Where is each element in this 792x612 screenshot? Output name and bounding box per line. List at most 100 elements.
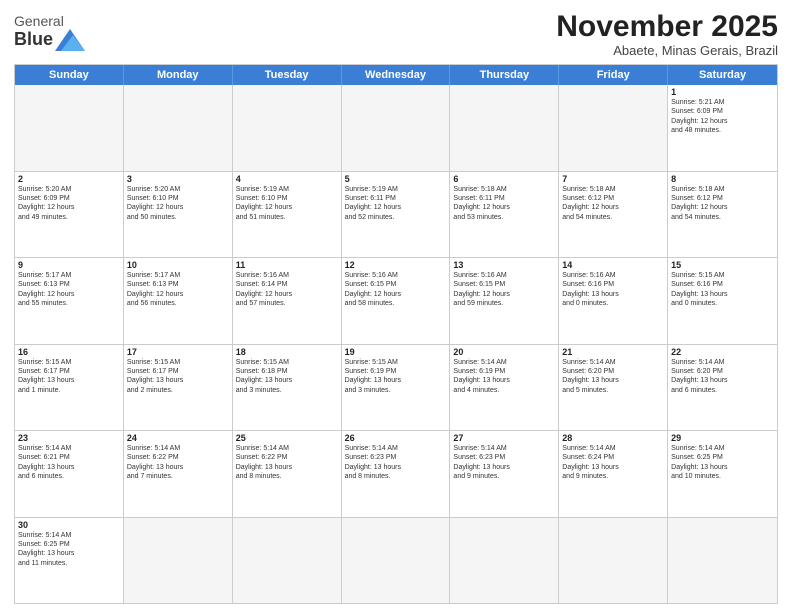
cell-w1-d6: 8Sunrise: 5:18 AM Sunset: 6:12 PM Daylig… bbox=[668, 172, 777, 258]
day-number: 3 bbox=[127, 174, 229, 184]
location: Abaete, Minas Gerais, Brazil bbox=[556, 43, 778, 58]
day-number: 7 bbox=[562, 174, 664, 184]
day-number: 22 bbox=[671, 347, 774, 357]
day-info: Sunrise: 5:17 AM Sunset: 6:13 PM Dayligh… bbox=[127, 271, 229, 309]
day-number: 13 bbox=[453, 260, 555, 270]
cell-w4-d4: 27Sunrise: 5:14 AM Sunset: 6:23 PM Dayli… bbox=[450, 431, 559, 517]
header-friday: Friday bbox=[559, 65, 668, 85]
cell-w1-d5: 7Sunrise: 5:18 AM Sunset: 6:12 PM Daylig… bbox=[559, 172, 668, 258]
header: General Blue November 2025 Abaete, Minas… bbox=[14, 10, 778, 58]
logo-text: General Blue bbox=[14, 14, 85, 51]
day-number: 18 bbox=[236, 347, 338, 357]
cell-w1-d4: 6Sunrise: 5:18 AM Sunset: 6:11 PM Daylig… bbox=[450, 172, 559, 258]
day-info: Sunrise: 5:19 AM Sunset: 6:10 PM Dayligh… bbox=[236, 185, 338, 223]
cell-w2-d4: 13Sunrise: 5:16 AM Sunset: 6:15 PM Dayli… bbox=[450, 258, 559, 344]
day-number: 26 bbox=[345, 433, 447, 443]
header-tuesday: Tuesday bbox=[233, 65, 342, 85]
header-saturday: Saturday bbox=[668, 65, 777, 85]
day-info: Sunrise: 5:21 AM Sunset: 6:09 PM Dayligh… bbox=[671, 98, 774, 136]
cell-w4-d1: 24Sunrise: 5:14 AM Sunset: 6:22 PM Dayli… bbox=[124, 431, 233, 517]
cell-w0-d2 bbox=[233, 85, 342, 171]
day-info: Sunrise: 5:16 AM Sunset: 6:14 PM Dayligh… bbox=[236, 271, 338, 309]
cell-w5-d2 bbox=[233, 518, 342, 604]
cell-w3-d3: 19Sunrise: 5:15 AM Sunset: 6:19 PM Dayli… bbox=[342, 345, 451, 431]
day-info: Sunrise: 5:14 AM Sunset: 6:22 PM Dayligh… bbox=[236, 444, 338, 482]
day-info: Sunrise: 5:20 AM Sunset: 6:10 PM Dayligh… bbox=[127, 185, 229, 223]
day-number: 12 bbox=[345, 260, 447, 270]
cell-w3-d1: 17Sunrise: 5:15 AM Sunset: 6:17 PM Dayli… bbox=[124, 345, 233, 431]
day-info: Sunrise: 5:18 AM Sunset: 6:12 PM Dayligh… bbox=[562, 185, 664, 223]
cell-w3-d0: 16Sunrise: 5:15 AM Sunset: 6:17 PM Dayli… bbox=[15, 345, 124, 431]
cell-w4-d6: 29Sunrise: 5:14 AM Sunset: 6:25 PM Dayli… bbox=[668, 431, 777, 517]
day-info: Sunrise: 5:14 AM Sunset: 6:21 PM Dayligh… bbox=[18, 444, 120, 482]
day-info: Sunrise: 5:16 AM Sunset: 6:16 PM Dayligh… bbox=[562, 271, 664, 309]
calendar: Sunday Monday Tuesday Wednesday Thursday… bbox=[14, 64, 778, 604]
day-number: 21 bbox=[562, 347, 664, 357]
day-number: 16 bbox=[18, 347, 120, 357]
cell-w0-d4 bbox=[450, 85, 559, 171]
day-info: Sunrise: 5:15 AM Sunset: 6:19 PM Dayligh… bbox=[345, 358, 447, 396]
day-number: 17 bbox=[127, 347, 229, 357]
week-row-1: 2Sunrise: 5:20 AM Sunset: 6:09 PM Daylig… bbox=[15, 171, 777, 258]
week-row-3: 16Sunrise: 5:15 AM Sunset: 6:17 PM Dayli… bbox=[15, 344, 777, 431]
day-number: 4 bbox=[236, 174, 338, 184]
cell-w5-d5 bbox=[559, 518, 668, 604]
cell-w2-d2: 11Sunrise: 5:16 AM Sunset: 6:14 PM Dayli… bbox=[233, 258, 342, 344]
cell-w4-d0: 23Sunrise: 5:14 AM Sunset: 6:21 PM Dayli… bbox=[15, 431, 124, 517]
day-number: 2 bbox=[18, 174, 120, 184]
day-info: Sunrise: 5:14 AM Sunset: 6:22 PM Dayligh… bbox=[127, 444, 229, 482]
day-info: Sunrise: 5:14 AM Sunset: 6:20 PM Dayligh… bbox=[562, 358, 664, 396]
day-number: 1 bbox=[671, 87, 774, 97]
cell-w0-d3 bbox=[342, 85, 451, 171]
title-block: November 2025 Abaete, Minas Gerais, Braz… bbox=[556, 10, 778, 58]
day-info: Sunrise: 5:15 AM Sunset: 6:17 PM Dayligh… bbox=[18, 358, 120, 396]
week-row-2: 9Sunrise: 5:17 AM Sunset: 6:13 PM Daylig… bbox=[15, 257, 777, 344]
day-info: Sunrise: 5:20 AM Sunset: 6:09 PM Dayligh… bbox=[18, 185, 120, 223]
cell-w1-d1: 3Sunrise: 5:20 AM Sunset: 6:10 PM Daylig… bbox=[124, 172, 233, 258]
week-row-5: 30Sunrise: 5:14 AM Sunset: 6:25 PM Dayli… bbox=[15, 517, 777, 604]
day-info: Sunrise: 5:14 AM Sunset: 6:24 PM Dayligh… bbox=[562, 444, 664, 482]
day-info: Sunrise: 5:18 AM Sunset: 6:11 PM Dayligh… bbox=[453, 185, 555, 223]
cell-w2-d6: 15Sunrise: 5:15 AM Sunset: 6:16 PM Dayli… bbox=[668, 258, 777, 344]
day-number: 20 bbox=[453, 347, 555, 357]
cell-w5-d3 bbox=[342, 518, 451, 604]
day-info: Sunrise: 5:15 AM Sunset: 6:18 PM Dayligh… bbox=[236, 358, 338, 396]
month-title: November 2025 bbox=[556, 10, 778, 43]
cell-w3-d5: 21Sunrise: 5:14 AM Sunset: 6:20 PM Dayli… bbox=[559, 345, 668, 431]
cell-w2-d1: 10Sunrise: 5:17 AM Sunset: 6:13 PM Dayli… bbox=[124, 258, 233, 344]
day-info: Sunrise: 5:17 AM Sunset: 6:13 PM Dayligh… bbox=[18, 271, 120, 309]
cell-w4-d2: 25Sunrise: 5:14 AM Sunset: 6:22 PM Dayli… bbox=[233, 431, 342, 517]
day-info: Sunrise: 5:15 AM Sunset: 6:17 PM Dayligh… bbox=[127, 358, 229, 396]
day-number: 27 bbox=[453, 433, 555, 443]
day-number: 24 bbox=[127, 433, 229, 443]
cell-w4-d3: 26Sunrise: 5:14 AM Sunset: 6:23 PM Dayli… bbox=[342, 431, 451, 517]
day-info: Sunrise: 5:16 AM Sunset: 6:15 PM Dayligh… bbox=[453, 271, 555, 309]
day-info: Sunrise: 5:19 AM Sunset: 6:11 PM Dayligh… bbox=[345, 185, 447, 223]
page: General Blue November 2025 Abaete, Minas… bbox=[0, 0, 792, 612]
cell-w1-d2: 4Sunrise: 5:19 AM Sunset: 6:10 PM Daylig… bbox=[233, 172, 342, 258]
cell-w5-d4 bbox=[450, 518, 559, 604]
day-number: 14 bbox=[562, 260, 664, 270]
cell-w1-d3: 5Sunrise: 5:19 AM Sunset: 6:11 PM Daylig… bbox=[342, 172, 451, 258]
cell-w5-d0: 30Sunrise: 5:14 AM Sunset: 6:25 PM Dayli… bbox=[15, 518, 124, 604]
calendar-body: 1Sunrise: 5:21 AM Sunset: 6:09 PM Daylig… bbox=[15, 85, 777, 603]
day-info: Sunrise: 5:15 AM Sunset: 6:16 PM Dayligh… bbox=[671, 271, 774, 309]
header-monday: Monday bbox=[124, 65, 233, 85]
cell-w0-d0 bbox=[15, 85, 124, 171]
cell-w3-d4: 20Sunrise: 5:14 AM Sunset: 6:19 PM Dayli… bbox=[450, 345, 559, 431]
day-number: 28 bbox=[562, 433, 664, 443]
day-number: 23 bbox=[18, 433, 120, 443]
cell-w3-d2: 18Sunrise: 5:15 AM Sunset: 6:18 PM Dayli… bbox=[233, 345, 342, 431]
day-info: Sunrise: 5:18 AM Sunset: 6:12 PM Dayligh… bbox=[671, 185, 774, 223]
day-info: Sunrise: 5:14 AM Sunset: 6:25 PM Dayligh… bbox=[671, 444, 774, 482]
header-wednesday: Wednesday bbox=[342, 65, 451, 85]
cell-w0-d1 bbox=[124, 85, 233, 171]
day-number: 30 bbox=[18, 520, 120, 530]
day-info: Sunrise: 5:16 AM Sunset: 6:15 PM Dayligh… bbox=[345, 271, 447, 309]
header-thursday: Thursday bbox=[450, 65, 559, 85]
cell-w0-d6: 1Sunrise: 5:21 AM Sunset: 6:09 PM Daylig… bbox=[668, 85, 777, 171]
cell-w3-d6: 22Sunrise: 5:14 AM Sunset: 6:20 PM Dayli… bbox=[668, 345, 777, 431]
week-row-4: 23Sunrise: 5:14 AM Sunset: 6:21 PM Dayli… bbox=[15, 430, 777, 517]
cell-w4-d5: 28Sunrise: 5:14 AM Sunset: 6:24 PM Dayli… bbox=[559, 431, 668, 517]
day-info: Sunrise: 5:14 AM Sunset: 6:23 PM Dayligh… bbox=[453, 444, 555, 482]
